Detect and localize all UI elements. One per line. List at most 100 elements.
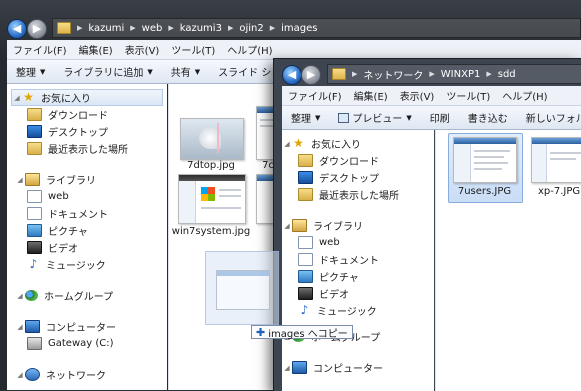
preview-button[interactable]: プレビュー ▼ xyxy=(329,110,420,125)
library-icon xyxy=(292,219,307,232)
menu-view[interactable]: 表示(V) xyxy=(119,42,166,57)
chevron-down-icon: ▼ xyxy=(40,67,46,76)
screenshot-line-image xyxy=(474,168,502,170)
network-icon xyxy=(25,368,40,381)
print-button[interactable]: 印刷 xyxy=(421,110,459,125)
address-bar[interactable]: ▶ ネットワーク ▶ WINXP1 ▶ sdd xyxy=(327,64,581,84)
nav-libraries[interactable]: ◢ ライブラリ xyxy=(282,217,434,234)
nav-recent-places[interactable]: 最近表示した場所 xyxy=(282,186,434,203)
nav-documents[interactable]: ドキュメント xyxy=(282,251,434,268)
nav-network[interactable]: ◢ ネットワーク xyxy=(7,366,167,383)
expand-arrow-icon[interactable]: ◢ xyxy=(15,371,25,379)
nav-homegroup[interactable]: ◢ ホームグループ xyxy=(7,287,167,304)
forward-button[interactable]: ▶ xyxy=(27,19,47,39)
nav-music[interactable]: ♪ ミュージック xyxy=(7,256,167,273)
nav-homegroup-label: ホームグループ xyxy=(44,292,114,303)
breadcrumb-kazumi3[interactable]: kazumi3 xyxy=(180,23,222,34)
nav-lib-web-label: web xyxy=(319,237,340,248)
nav-documents[interactable]: ドキュメント xyxy=(7,205,167,222)
nav-recent-places[interactable]: 最近表示した場所 xyxy=(7,140,167,157)
drag-copy-tooltip-label: images へコピー xyxy=(268,328,348,340)
nav-lib-web[interactable]: web xyxy=(282,234,434,251)
menu-help[interactable]: ヘルプ(H) xyxy=(496,88,553,103)
menu-tools[interactable]: ツール(T) xyxy=(165,42,221,57)
forward-button[interactable]: ▶ xyxy=(301,65,321,85)
nav-downloads[interactable]: ダウンロード xyxy=(282,152,434,169)
nav-downloads[interactable]: ダウンロード xyxy=(7,106,167,123)
breadcrumb-kazumi[interactable]: kazumi xyxy=(88,23,124,34)
screenshot-sidebar-image xyxy=(532,144,547,182)
menu-view[interactable]: 表示(V) xyxy=(394,88,441,103)
nav-videos[interactable]: ビデオ xyxy=(282,285,434,302)
file-name-7users[interactable]: 7users.JPG xyxy=(448,186,521,197)
add-to-library-button[interactable]: ライブラリに追加 ▼ xyxy=(54,64,161,80)
nav-pictures[interactable]: ピクチャ xyxy=(7,222,167,239)
chevron-right-icon: ▶ xyxy=(77,24,83,32)
screenshot-line-image xyxy=(550,158,576,160)
breadcrumb-web[interactable]: web xyxy=(142,23,163,34)
nav-computer-label: コンピューター xyxy=(313,364,383,375)
nav-desktop[interactable]: デスクトップ xyxy=(282,169,434,186)
drag-ghost-image xyxy=(205,251,279,325)
nav-lib-web[interactable]: web xyxy=(7,188,167,205)
breadcrumb-ojin2[interactable]: ojin2 xyxy=(239,23,263,34)
breadcrumb-winxp1[interactable]: WINXP1 xyxy=(441,69,481,80)
menu-help[interactable]: ヘルプ(H) xyxy=(221,42,278,57)
menu-file[interactable]: ファイル(F) xyxy=(7,42,73,57)
chevron-right-icon: ▶ xyxy=(227,24,234,32)
expand-arrow-icon[interactable]: ◢ xyxy=(12,94,22,102)
nav-computer[interactable]: ◢ コンピューター xyxy=(7,318,167,335)
nav-music[interactable]: ♪ ミュージック xyxy=(282,302,434,319)
chevron-right-icon: ▶ xyxy=(429,70,435,78)
chevron-down-icon: ▼ xyxy=(194,67,201,76)
menu-file[interactable]: ファイル(F) xyxy=(282,88,348,103)
organize-button[interactable]: 整理 ▼ xyxy=(282,110,329,126)
breadcrumb-images[interactable]: images xyxy=(281,23,317,34)
nav-videos-label: ビデオ xyxy=(48,244,78,255)
breadcrumb-network[interactable]: ネットワーク xyxy=(363,67,423,82)
new-folder-button[interactable]: 新しいフォルダー xyxy=(517,110,581,125)
music-icon: ♪ xyxy=(300,303,309,317)
drag-copy-tooltip: ✚ images へコピー xyxy=(251,325,353,340)
menu-edit[interactable]: 編集(E) xyxy=(73,42,119,57)
screenshot-line-image xyxy=(260,119,274,121)
navigation-pane: ◢ ★ お気に入り ダウンロード デスクトップ 最近表示した場所 ◢ ライブラリ… xyxy=(282,130,434,391)
menu-edit[interactable]: 編集(E) xyxy=(348,88,394,103)
expand-arrow-icon[interactable]: ◢ xyxy=(15,292,25,300)
nav-drive-c[interactable]: Gateway (C:) xyxy=(7,335,167,352)
file-thumbnail-win7system[interactable] xyxy=(178,174,246,224)
expand-arrow-icon[interactable]: ◢ xyxy=(282,222,292,230)
nav-favorites[interactable]: ◢ ★ お気に入り xyxy=(282,135,434,152)
expand-arrow-icon[interactable]: ◢ xyxy=(15,176,25,184)
share-button[interactable]: 共有 ▼ xyxy=(162,64,209,80)
pictures-icon xyxy=(27,224,42,237)
nav-pictures[interactable]: ピクチャ xyxy=(282,268,434,285)
nav-pictures-label: ピクチャ xyxy=(48,227,88,238)
expand-arrow-icon[interactable]: ◢ xyxy=(15,323,25,331)
nav-favorites[interactable]: ◢ ★ お気に入り xyxy=(11,89,163,106)
menu-bar: ファイル(F) 編集(E) 表示(V) ツール(T) ヘルプ(H) xyxy=(7,40,581,60)
file-name-win7system[interactable]: win7system.jpg xyxy=(169,226,253,237)
expand-arrow-icon[interactable]: ◢ xyxy=(282,140,292,148)
file-thumbnail-xp-7[interactable] xyxy=(531,137,581,183)
file-thumbnail-7users[interactable] xyxy=(453,137,517,183)
nav-desktop[interactable]: デスクトップ xyxy=(7,123,167,140)
file-name-xp-7[interactable]: xp-7.JPG xyxy=(526,186,581,197)
expand-arrow-icon[interactable]: ◢ xyxy=(282,364,292,372)
nav-computer[interactable]: ◢ コンピューター xyxy=(282,359,434,376)
organize-button[interactable]: 整理 ▼ xyxy=(7,64,54,80)
back-button[interactable]: ◀ xyxy=(7,19,27,39)
breadcrumb-sdd[interactable]: sdd xyxy=(498,69,516,80)
burn-button[interactable]: 書き込む xyxy=(459,110,517,125)
nav-libraries[interactable]: ◢ ライブラリ xyxy=(7,171,167,188)
address-bar[interactable]: ▶ kazumi ▶ web ▶ kazumi3 ▶ ojin2 ▶ image… xyxy=(52,18,581,38)
nav-videos[interactable]: ビデオ xyxy=(7,239,167,256)
screenshot-line-image xyxy=(550,152,581,154)
back-button[interactable]: ◀ xyxy=(282,65,302,85)
menu-tools[interactable]: ツール(T) xyxy=(440,88,496,103)
file-thumbnail-7dtop[interactable] xyxy=(180,118,244,160)
chevron-right-icon: ▶ xyxy=(269,24,276,32)
file-name-7dtop[interactable]: 7dtop.jpg xyxy=(180,160,242,171)
downloads-folder-icon xyxy=(298,154,313,167)
nav-music-label: ミュージック xyxy=(46,261,106,272)
